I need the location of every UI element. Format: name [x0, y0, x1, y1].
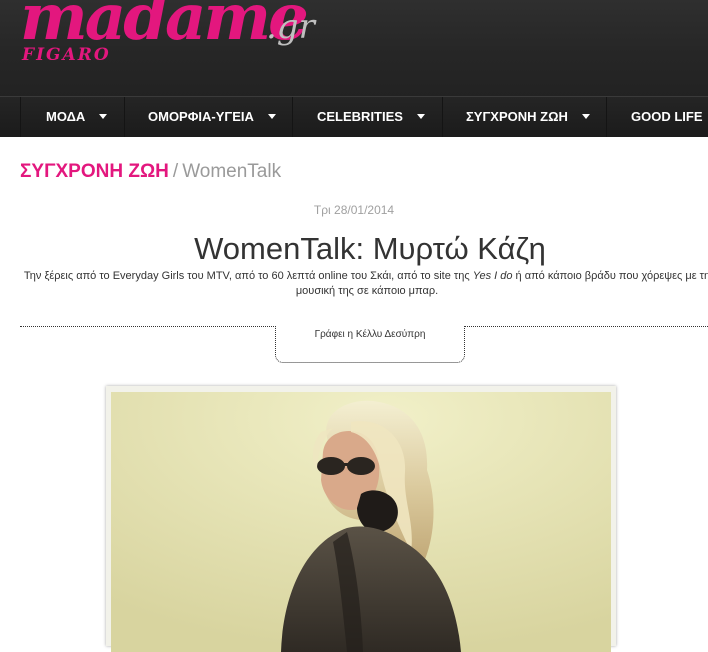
portrait-illustration — [111, 392, 611, 652]
nav-item-beauty-health[interactable]: ΟΜΟΡΦΙΑ-ΥΓΕΙΑ — [148, 97, 276, 137]
nav-item-label: ΣΥΓΧΡΟΝΗ ΖΩΗ — [466, 109, 568, 124]
caret-down-icon — [99, 114, 108, 120]
nav-divider — [124, 97, 125, 137]
nav-divider — [292, 97, 293, 137]
nav-item-label: ΜΟΔΑ — [46, 109, 86, 124]
nav-item-celebrities[interactable]: CELEBRITIES — [317, 97, 425, 137]
article-title: WomenTalk: Μυρτώ Κάζη — [194, 231, 546, 266]
logo-wordmark: madame — [20, 0, 309, 55]
main-navigation: ΜΟΔΑ ΟΜΟΡΦΙΑ-ΥΓΕΙΑ CELEBRITIES ΣΥΓΧΡΟΝΗ … — [0, 96, 708, 137]
author-byline: Γράφει η Κέλλυ Δεσύπρη — [314, 329, 426, 340]
lead-italic-text: Yes I do — [472, 270, 513, 282]
article-date: Τρι 28/01/2014 — [313, 203, 395, 217]
breadcrumb-separator: / — [172, 161, 179, 182]
nav-item-label: ΟΜΟΡΦΙΑ-ΥΓΕΙΑ — [148, 109, 254, 124]
logo-subbrand: FIGARO — [22, 45, 111, 65]
logo-domain-suffix: .gr — [266, 7, 315, 47]
article-lead: Την ξέρεις από το Everyday Girls του MTV… — [18, 269, 708, 299]
caret-down-icon — [581, 114, 590, 120]
nav-item-label: GOOD LIFE — [631, 109, 703, 124]
nav-item-label: CELEBRITIES — [317, 109, 403, 124]
caret-down-icon — [416, 114, 425, 120]
nav-divider — [20, 97, 21, 137]
author-tab: Γράφει η Κέλλυ Δεσύπρη — [275, 326, 465, 363]
nav-item-moda[interactable]: ΜΟΔΑ — [46, 97, 108, 137]
breadcrumb-section-link[interactable]: ΣΥΓΧΡΟΝΗ ΖΩΗ — [20, 161, 169, 182]
nav-divider — [442, 97, 443, 137]
breadcrumb-current[interactable]: WomenTalk — [182, 161, 281, 182]
article-photo[interactable] — [111, 392, 611, 652]
caret-down-icon — [267, 114, 276, 120]
site-logo[interactable]: madame .gr FIGARO — [20, 0, 330, 72]
breadcrumb: ΣΥΓΧΡΟΝΗ ΖΩΗ / WomenTalk — [20, 160, 281, 184]
nav-divider — [606, 97, 607, 137]
nav-item-good-life[interactable]: GOOD LIFE — [631, 97, 703, 137]
lead-text: Την ξέρεις από το Everyday Girls του MTV… — [23, 270, 473, 282]
article-photo-frame — [106, 386, 616, 652]
site-header: madame .gr FIGARO ΜΟΔΑ ΟΜΟΡΦΙΑ-ΥΓΕΙΑ CEL… — [0, 0, 708, 137]
nav-item-modern-life[interactable]: ΣΥΓΧΡΟΝΗ ΖΩΗ — [466, 97, 590, 137]
